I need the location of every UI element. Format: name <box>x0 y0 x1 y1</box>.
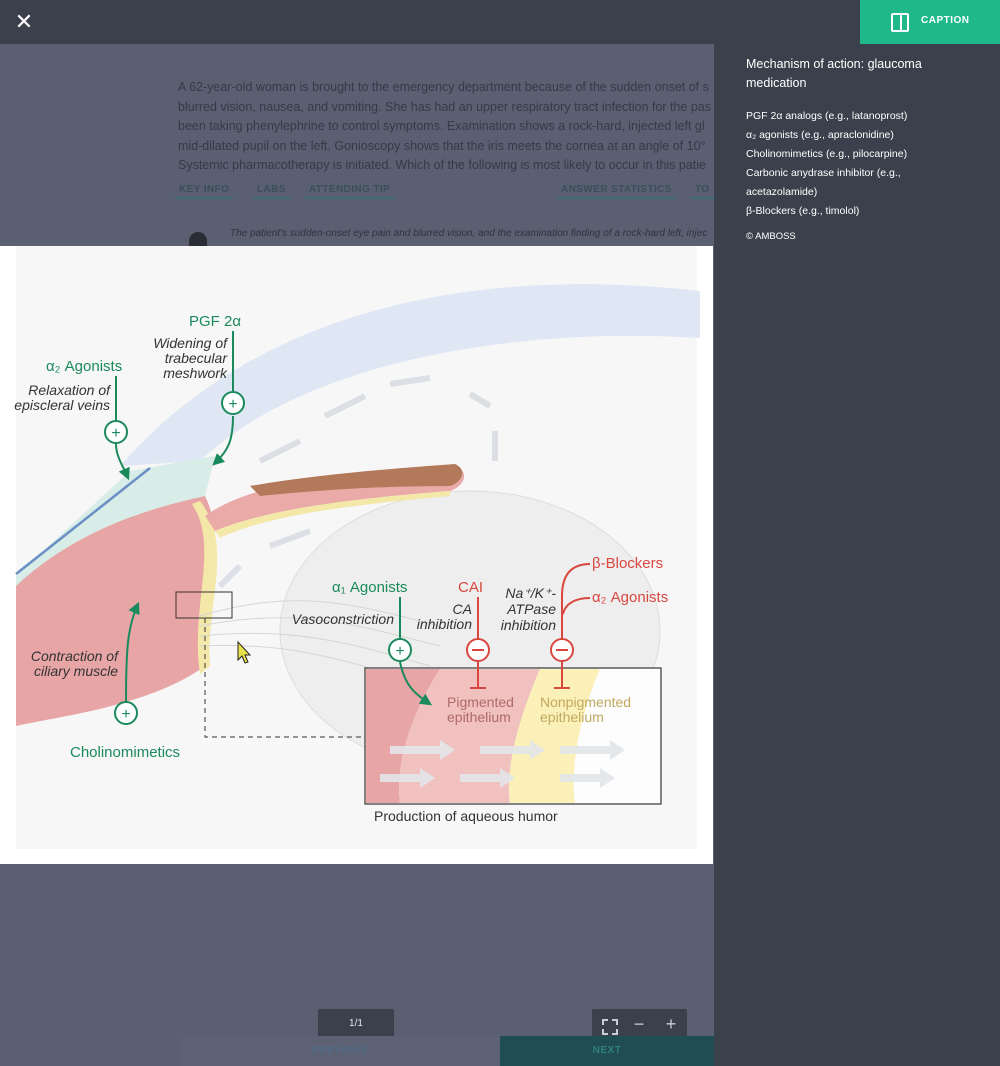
label-cholinomimetics: Cholinomimetics <box>70 744 180 761</box>
label-relaxation-2: episcleral veins <box>14 397 110 413</box>
label-production: Production of aqueous humor <box>374 808 558 824</box>
attending-avatar-icon <box>189 232 207 246</box>
tab-answer-statistics[interactable]: ANSWER STATISTICS <box>557 184 676 199</box>
previous-button[interactable]: PREVIOUS <box>180 1036 500 1066</box>
zoom-in-icon[interactable]: + <box>659 1012 683 1036</box>
label-pigmented-2: epithelium <box>447 709 511 725</box>
label-widening-2: trabecular <box>165 350 229 366</box>
caption-title: Mechanism of action: glaucoma medication <box>746 57 922 90</box>
next-button[interactable]: NEXT <box>500 1036 714 1066</box>
zoom-controls: − + <box>592 1009 687 1039</box>
caption-item: α₂ agonists (e.g., apraclonidine) <box>746 129 894 141</box>
caption-item: β-Blockers (e.g., timolol) <box>746 205 860 217</box>
svg-text:+: + <box>121 706 130 723</box>
caption-button[interactable]: CAPTION <box>860 0 1000 44</box>
question-tabs: KEY INFO LABS ATTENDING TIP ANSWER STATI… <box>165 184 714 212</box>
label-cai: CAI <box>458 579 483 596</box>
label-contraction-1: Contraction of <box>31 648 120 664</box>
label-nonpigmented-1: Nonpigmented <box>540 694 631 710</box>
figure-image: PGF 2α α₂ Agonists Cholinomimetics α₁ Ag… <box>0 246 713 864</box>
svg-text:+: + <box>111 425 120 442</box>
svg-text:+: + <box>228 396 237 413</box>
glaucoma-illustration: PGF 2α α₂ Agonists Cholinomimetics α₁ Ag… <box>14 246 700 849</box>
sidebar-panel-icon <box>891 13 909 32</box>
label-a2-right: α₂ Agonists <box>592 589 668 606</box>
caption-list: PGF 2α analogs (e.g., latanoprost) α₂ ag… <box>746 107 986 221</box>
label-a2-left: α₂ Agonists <box>46 358 122 375</box>
label-atpase-3: inhibition <box>501 617 556 633</box>
question-nav: PREVIOUS NEXT <box>180 1036 714 1066</box>
caption-item: acetazolamide) <box>746 186 818 198</box>
explanation-text: The patient's sudden-onset eye pain and … <box>230 228 708 239</box>
label-beta-blockers: β-Blockers <box>592 555 663 572</box>
close-icon[interactable]: ✕ <box>10 8 38 36</box>
caption-item: Cholinomimetics (e.g., pilocarpine) <box>746 148 908 160</box>
page-indicator: 1/1 <box>318 1009 394 1039</box>
tab-key-info[interactable]: KEY INFO <box>175 184 234 199</box>
label-pigmented-1: Pigmented <box>447 694 514 710</box>
label-widening-3: meshwork <box>163 365 228 381</box>
tab-more[interactable]: TO <box>691 184 714 199</box>
label-atpase-2: ATPase <box>506 601 556 617</box>
caption-panel: Mechanism of action: glaucoma medication… <box>714 44 1000 1066</box>
tab-attending-tip[interactable]: ATTENDING TIP <box>305 184 395 199</box>
svg-text:+: + <box>395 643 404 660</box>
question-stem: A 62-year-old woman is brought to the em… <box>178 80 711 172</box>
caption-button-label: CAPTION <box>921 15 970 26</box>
lightbox-topbar: ✕ <box>0 0 860 44</box>
label-pgf: PGF 2α <box>189 313 241 330</box>
label-relaxation-1: Relaxation of <box>28 382 112 398</box>
label-contraction-2: ciliary muscle <box>34 663 118 679</box>
caption-item: Carbonic anydrase inhibitor (e.g., <box>746 167 901 179</box>
label-ca-2: inhibition <box>417 616 472 632</box>
label-vasoconstriction: Vasoconstriction <box>292 611 394 627</box>
label-nonpigmented-2: epithelium <box>540 709 604 725</box>
label-widening-1: Widening of <box>153 335 229 351</box>
zoom-out-icon[interactable]: − <box>627 1012 651 1036</box>
caption-item: PGF 2α analogs (e.g., latanoprost) <box>746 110 908 122</box>
tab-labs[interactable]: LABS <box>253 184 290 199</box>
copyright: © AMBOSS <box>746 231 796 242</box>
label-a1: α₁ Agonists <box>332 579 407 596</box>
label-atpase-1: Na⁺/K⁺- <box>505 585 556 601</box>
label-ca-1: CA <box>453 601 472 617</box>
fullscreen-icon[interactable] <box>595 1012 619 1036</box>
